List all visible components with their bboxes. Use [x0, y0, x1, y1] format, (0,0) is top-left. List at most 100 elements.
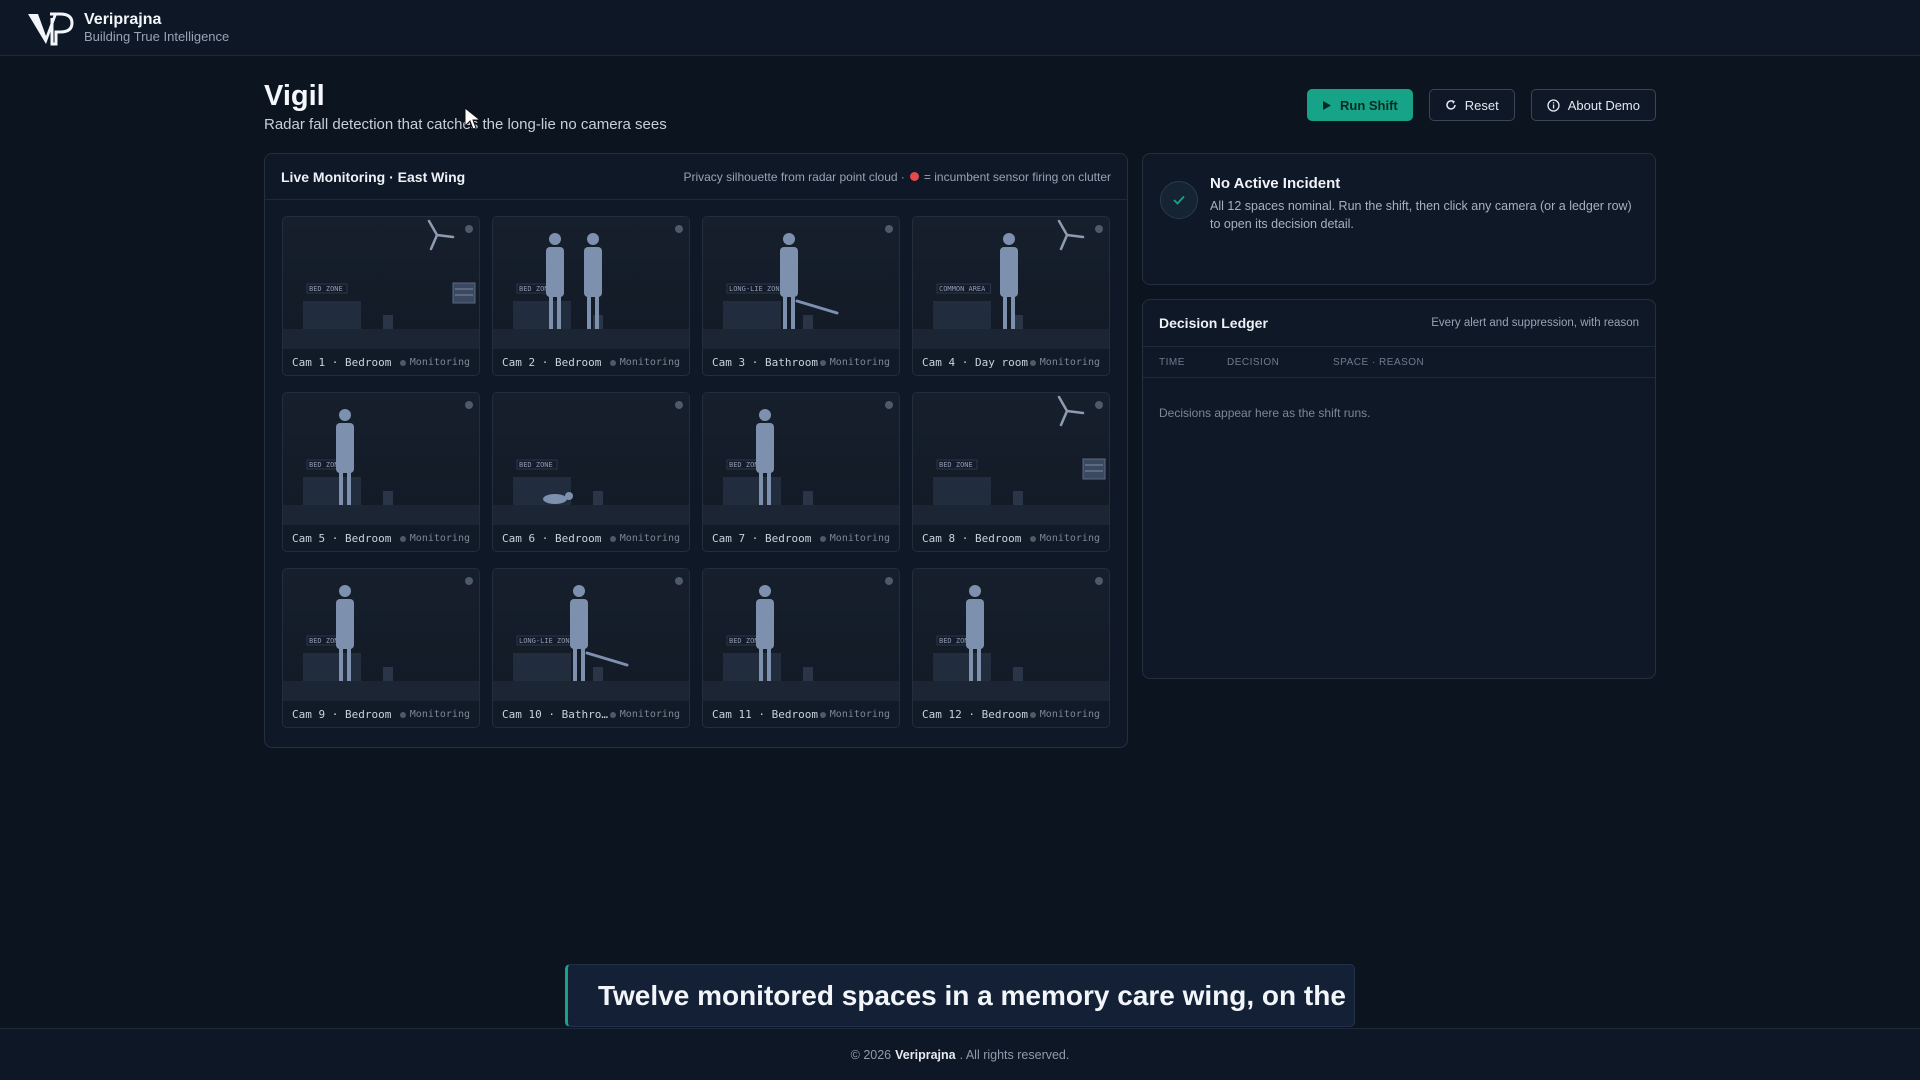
resident-silhouette	[570, 585, 588, 681]
status-dot-icon	[1029, 535, 1036, 542]
camera-tile[interactable]: BED ZONE Cam 6 · Bedroom Monitoring	[492, 392, 690, 552]
ledger-header: Decision Ledger Every alert and suppress…	[1143, 300, 1655, 347]
reset-label: Reset	[1464, 97, 1499, 113]
ceiling-fan-icon	[1057, 219, 1085, 251]
camera-label: Cam 7 · Bedroom	[712, 532, 812, 545]
resident-silhouette	[1000, 233, 1018, 329]
header-actions: Run Shift Reset About Demo	[1307, 89, 1656, 121]
column-space-reason: SPACE · REASON	[1333, 357, 1425, 368]
check-icon	[1160, 181, 1198, 219]
reset-button[interactable]: Reset	[1428, 89, 1515, 121]
zone-label: BED ZONE	[309, 285, 343, 293]
camera-label: Cam 5 · Bedroom	[292, 532, 392, 545]
camera-label: Cam 10 · Bathroom	[502, 708, 610, 721]
camera-footer: Cam 3 · Bathroom Monitoring	[703, 349, 899, 375]
camera-feed: BED ZONE	[703, 393, 899, 525]
status-dot-icon	[609, 359, 616, 366]
camera-label: Cam 2 · Bedroom	[502, 356, 602, 369]
about-demo-button[interactable]: About Demo	[1530, 89, 1656, 121]
zone-label: LONG-LIE ZONE	[729, 285, 784, 293]
brand-block: Veriprajna Building True Intelligence	[84, 10, 229, 45]
about-demo-label: About Demo	[1567, 97, 1640, 113]
footer-brand: Veriprajna	[895, 1047, 956, 1062]
camera-status-text: Monitoring	[829, 533, 890, 544]
camera-tile[interactable]: BED ZONE Cam 11 · Bedroom Monitoring	[702, 568, 900, 728]
ceiling-fan-icon	[1057, 395, 1085, 427]
zone-label: BED ZONE	[939, 461, 973, 469]
camera-status-text: Monitoring	[829, 357, 890, 368]
zone-label: COMMON AREA	[939, 285, 986, 293]
camera-status-text: Monitoring	[619, 357, 680, 368]
run-shift-button[interactable]: Run Shift	[1307, 89, 1413, 121]
camera-footer: Cam 1 · Bedroom Monitoring	[283, 349, 479, 375]
camera-feed: COMMON AREA	[913, 217, 1109, 349]
cane-shape	[795, 299, 839, 315]
camera-tile[interactable]: BED ZONE Cam 8 · Bedroom Monitoring	[912, 392, 1110, 552]
camera-feed: BED ZONE	[283, 393, 479, 525]
camera-tile[interactable]: BED ZONE Cam 7 · Bedroom Monitoring	[702, 392, 900, 552]
column-time: TIME	[1159, 357, 1185, 368]
legend-prefix: Privacy silhouette from radar point clou…	[683, 169, 905, 184]
camera-status: Monitoring	[399, 357, 470, 368]
camera-footer: Cam 7 · Bedroom Monitoring	[703, 525, 899, 551]
cane-shape	[585, 651, 629, 667]
incident-title: No Active Incident	[1210, 175, 1341, 192]
camera-status: Monitoring	[1029, 533, 1100, 544]
radiator-icon	[1082, 458, 1106, 480]
camera-footer: Cam 9 · Bedroom Monitoring	[283, 701, 479, 727]
ledger-note: Every alert and suppression, with reason	[1431, 317, 1639, 329]
camera-status: Monitoring	[399, 533, 470, 544]
camera-feed: BED ZONE	[283, 569, 479, 701]
camera-label: Cam 12 · Bedroom	[922, 708, 1028, 721]
resident-silhouette	[780, 233, 798, 329]
status-led-icon	[675, 577, 683, 585]
brand-tagline: Building True Intelligence	[84, 29, 230, 44]
camera-label: Cam 8 · Bedroom	[922, 532, 1022, 545]
camera-tile[interactable]: BED ZONE Cam 12 · Bedroom Monitoring	[912, 568, 1110, 728]
camera-status-text: Monitoring	[619, 709, 680, 720]
status-led-icon	[465, 225, 473, 233]
incident-card: No Active Incident All 12 spaces nominal…	[1142, 153, 1656, 285]
camera-status: Monitoring	[609, 709, 680, 720]
camera-status: Monitoring	[1029, 709, 1100, 720]
camera-tile[interactable]: BED ZONE Cam 5 · Bedroom Monitoring	[282, 392, 480, 552]
ledger-title: Decision Ledger	[1159, 315, 1268, 331]
status-dot-icon	[819, 535, 826, 542]
camera-tile[interactable]: BED ZONE Cam 2 · Bedroom Monitoring	[492, 216, 690, 376]
brand-name: Veriprajna	[84, 11, 162, 28]
camera-label: Cam 9 · Bedroom	[292, 708, 392, 721]
status-led-icon	[675, 401, 683, 409]
status-led-icon	[1095, 401, 1103, 409]
camera-feed: BED ZONE	[493, 393, 689, 525]
camera-footer: Cam 5 · Bedroom Monitoring	[283, 525, 479, 551]
ceiling-fan-icon	[427, 219, 455, 251]
legend-suffix: = incumbent sensor firing on clutter	[923, 169, 1111, 184]
camera-footer: Cam 4 · Day room Monitoring	[913, 349, 1109, 375]
camera-label: Cam 6 · Bedroom	[502, 532, 602, 545]
status-led-icon	[465, 577, 473, 585]
camera-status-text: Monitoring	[829, 709, 890, 720]
camera-tile[interactable]: LONG-LIE ZONE Cam 10 · Bathroom Monitoring	[492, 568, 690, 728]
monitoring-header: Live Monitoring · East Wing Privacy silh…	[265, 154, 1127, 200]
camera-tile[interactable]: LONG-LIE ZONE Cam 3 · Bathroom Monitoring	[702, 216, 900, 376]
run-shift-label: Run Shift	[1340, 97, 1398, 113]
ledger-empty-state: Decisions appear here as the shift runs.	[1159, 406, 1371, 420]
monitoring-title: Live Monitoring · East Wing	[281, 168, 466, 185]
camera-feed: BED ZONE	[703, 569, 899, 701]
status-led-icon	[1095, 577, 1103, 585]
camera-tile[interactable]: BED ZONE Cam 9 · Bedroom Monitoring	[282, 568, 480, 728]
top-bar: Veriprajna Building True Intelligence	[0, 0, 1920, 56]
camera-footer: Cam 8 · Bedroom Monitoring	[913, 525, 1109, 551]
camera-status-text: Monitoring	[1039, 533, 1100, 544]
camera-footer: Cam 2 · Bedroom Monitoring	[493, 349, 689, 375]
footer-rights: . All rights reserved.	[959, 1047, 1070, 1062]
veriprajna-logo[interactable]	[26, 10, 74, 46]
decision-ledger: Decision Ledger Every alert and suppress…	[1142, 299, 1656, 679]
camera-tile[interactable]: BED ZONE Cam 1 · Bedroom Monitoring	[282, 216, 480, 376]
camera-feed: LONG-LIE ZONE	[493, 569, 689, 701]
status-led-icon	[675, 225, 683, 233]
status-led-icon	[1095, 225, 1103, 233]
camera-footer: Cam 6 · Bedroom Monitoring	[493, 525, 689, 551]
camera-tile[interactable]: COMMON AREA Cam 4 · Day room Monitoring	[912, 216, 1110, 376]
camera-status-text: Monitoring	[1039, 357, 1100, 368]
